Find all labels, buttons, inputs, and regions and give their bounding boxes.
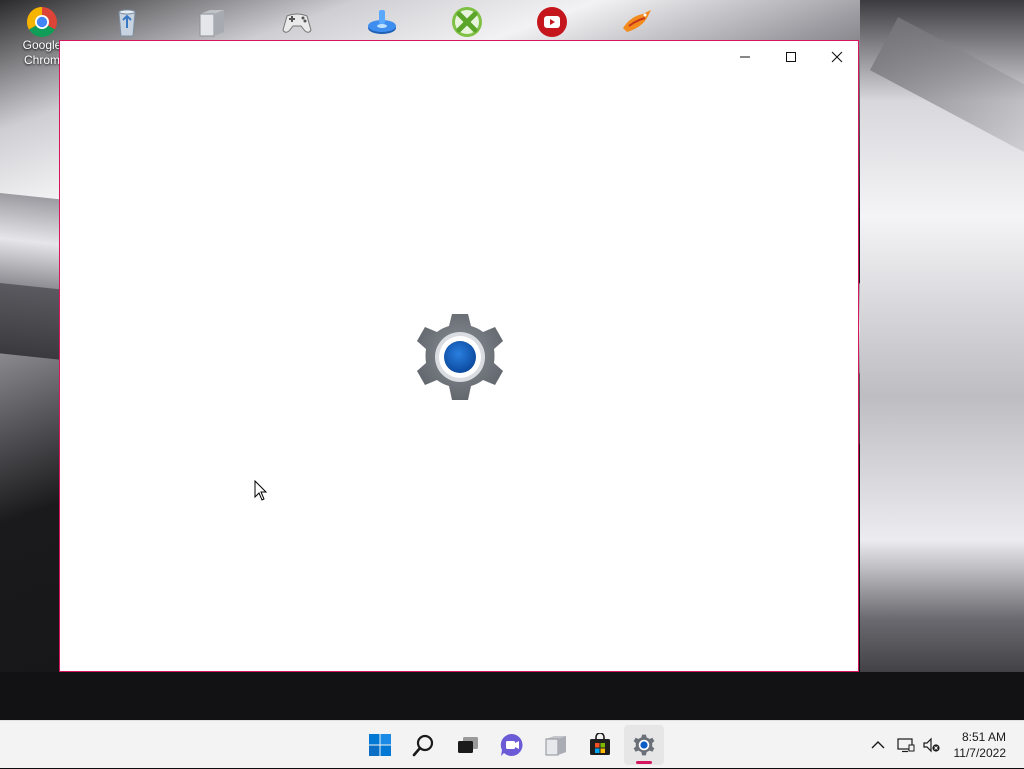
- game-controller-icon: [281, 6, 313, 38]
- taskbar-start-button[interactable]: [360, 725, 400, 765]
- store-icon: [590, 733, 610, 755]
- maximize-icon: [786, 52, 796, 62]
- tray-network-button[interactable]: [894, 721, 918, 769]
- taskbar-clock[interactable]: 8:51 AM 11/7/2022: [954, 729, 1007, 761]
- close-button[interactable]: [814, 41, 860, 73]
- taskbar-settings-button[interactable]: [624, 725, 664, 765]
- active-app-indicator: [636, 761, 652, 764]
- settings-window: [59, 40, 859, 672]
- close-icon: [831, 51, 843, 63]
- minimize-icon: [740, 56, 750, 58]
- desktop-icon-recycle-bin[interactable]: [92, 0, 162, 38]
- clock-date: 11/7/2022: [953, 746, 1007, 760]
- youtube-icon: [536, 6, 568, 38]
- taskbar-file-explorer-button[interactable]: [536, 725, 576, 765]
- taskbar-store-button[interactable]: [580, 725, 620, 765]
- chat-icon: [500, 733, 523, 756]
- taskbar-search-button[interactable]: [404, 725, 444, 765]
- desktop-icon-xbox[interactable]: [432, 0, 502, 38]
- desktop-icon-youtube[interactable]: [517, 0, 587, 38]
- gear-icon: [633, 734, 655, 756]
- tray-overflow-button[interactable]: [866, 721, 890, 769]
- maximize-button[interactable]: [768, 41, 814, 73]
- desktop-icon-game-controller[interactable]: [262, 0, 332, 38]
- network-icon: [897, 738, 915, 753]
- chrome-icon: [26, 6, 58, 38]
- folder-icon: [545, 736, 566, 756]
- folder-icon: [196, 6, 228, 38]
- recycle-bin-icon: [111, 6, 143, 38]
- bird-icon: [621, 6, 653, 38]
- desktop-icon-file-explorer[interactable]: [177, 0, 247, 38]
- minimize-button[interactable]: [722, 41, 768, 73]
- tray-volume-button[interactable]: [920, 721, 944, 769]
- taskbar: 8:51 AM 11/7/2022: [0, 720, 1024, 768]
- search-icon: [412, 734, 434, 757]
- mouse-cursor-icon: [254, 479, 268, 502]
- xbox-icon: [451, 6, 483, 38]
- desktop-icon-blue-disc[interactable]: [347, 0, 417, 38]
- settings-splash-gear-icon: [410, 310, 510, 404]
- windows-start-icon: [369, 734, 391, 756]
- taskbar-chat-button[interactable]: [492, 725, 532, 765]
- clock-time: 8:51 AM: [961, 730, 1006, 744]
- volume-muted-icon: [923, 737, 940, 753]
- chevron-up-icon: [871, 741, 885, 749]
- desktop-icon-bird-app[interactable]: [602, 0, 672, 38]
- task-view-icon: [458, 737, 478, 753]
- blue-disc-icon: [366, 6, 398, 38]
- taskbar-task-view-button[interactable]: [448, 725, 488, 765]
